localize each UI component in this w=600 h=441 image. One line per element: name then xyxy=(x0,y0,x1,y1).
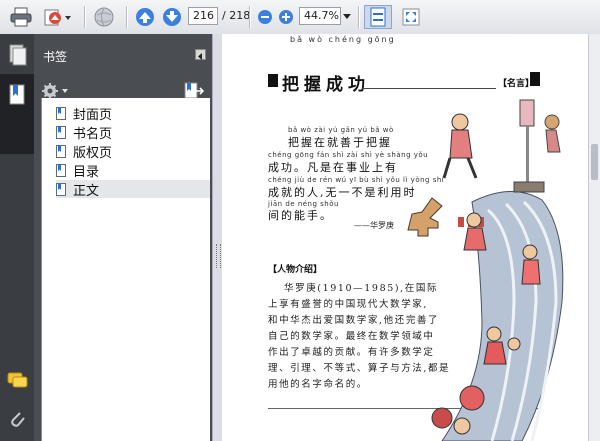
bookmark-label: 书名页 xyxy=(73,126,113,142)
document-page: bǎ wò chéng gōng 把握成功 【名言】 bǎ wò zài yú … xyxy=(262,34,582,441)
toolbar-separator xyxy=(249,6,251,28)
bookmark-label: 封面页 xyxy=(73,107,113,123)
zoom-out-button[interactable] xyxy=(255,5,275,29)
navigation-rail xyxy=(0,34,34,441)
quote-line: 把握在就善于把握 xyxy=(288,136,392,149)
bookmark-item[interactable]: 书名页 xyxy=(56,123,210,142)
bookmark-item[interactable]: 版权页 xyxy=(56,142,210,161)
print-button[interactable] xyxy=(8,5,34,29)
bookmarks-panel-button[interactable] xyxy=(7,84,27,106)
splitter-grip xyxy=(216,244,221,268)
expand-icon xyxy=(402,8,420,26)
scrollbar-thumb[interactable] xyxy=(591,144,598,180)
share-icon xyxy=(44,9,71,26)
toolbar-separator xyxy=(126,6,128,28)
bookmark-label: 版权页 xyxy=(73,145,113,161)
bio-line: 用他的名字命名的。 xyxy=(268,379,368,390)
page-number-input[interactable]: 216 xyxy=(188,7,218,25)
zoom-out-icon xyxy=(258,10,272,24)
share-menu-button[interactable] xyxy=(40,5,74,29)
quote-line: 成功。凡是在事业上有 xyxy=(268,161,398,174)
toolbar-separator xyxy=(358,6,360,28)
bookmark-page-icon xyxy=(9,84,25,105)
comment-icon xyxy=(7,372,28,388)
zoom-dropdown-button[interactable] xyxy=(341,5,353,29)
pages-panel-button[interactable] xyxy=(7,44,27,66)
paperclip-icon xyxy=(11,412,25,427)
title-pinyin: bǎ wò chéng gōng xyxy=(290,35,396,44)
bookmark-label: 正文 xyxy=(73,183,100,199)
bookmark-label: 目录 xyxy=(73,164,100,180)
zoom-level-input[interactable]: 44.7% xyxy=(299,7,341,25)
bookmark-icon xyxy=(56,144,66,158)
success-road-illustration xyxy=(407,99,564,441)
comments-panel-button[interactable] xyxy=(7,372,28,394)
globe-icon xyxy=(94,7,114,27)
quote-line: 成就的人,无一不是利用时 xyxy=(268,186,417,199)
quote-line: 间的能手。 xyxy=(268,209,333,222)
toolbar: 216 / 218 44.7% xyxy=(0,0,600,35)
collaborate-button[interactable] xyxy=(90,5,118,29)
bookmark-item-selected[interactable]: 正文 xyxy=(56,180,210,199)
next-page-button[interactable] xyxy=(160,5,184,29)
bookmark-item[interactable]: 目录 xyxy=(56,161,210,180)
arrow-down-icon xyxy=(163,8,181,26)
page-total-label: / 218 xyxy=(222,9,251,22)
attachments-panel-button[interactable] xyxy=(7,408,27,430)
collapse-panel-button[interactable] xyxy=(195,49,206,60)
previous-page-button[interactable] xyxy=(133,5,157,29)
vertical-scrollbar[interactable] xyxy=(588,34,600,441)
fit-page-icon xyxy=(370,7,386,27)
bio-heading: 【人物介绍】 xyxy=(268,265,323,275)
fit-page-button[interactable] xyxy=(364,5,392,29)
quote-attribution: ——华罗庚 xyxy=(354,221,394,230)
zoom-in-button[interactable] xyxy=(276,5,296,29)
title-block-left xyxy=(268,74,278,87)
bookmark-list: 封面页 书名页 版权页 目录 正文 xyxy=(41,98,210,441)
triangle-left-icon xyxy=(198,53,202,60)
zoom-in-icon xyxy=(279,10,293,24)
page-title: 把握成功 xyxy=(282,75,370,95)
bookmark-icon xyxy=(56,106,66,120)
bookmarks-panel-header: 书签 xyxy=(34,46,212,66)
bookmark-icon xyxy=(56,182,66,196)
arrow-up-icon xyxy=(136,8,154,26)
panel-title: 书签 xyxy=(43,50,68,64)
toolbar-separator xyxy=(84,6,86,28)
pages-icon xyxy=(9,44,27,66)
bookmark-item[interactable]: 封面页 xyxy=(56,104,210,123)
bookmark-icon xyxy=(56,125,66,139)
printer-icon xyxy=(10,7,32,27)
bookmark-icon xyxy=(56,163,66,177)
chevron-down-icon xyxy=(343,14,351,19)
quote-pinyin-line: bǎ wò zài yú gǎn yú bǎ wò xyxy=(288,126,394,134)
full-screen-button[interactable] xyxy=(398,5,424,29)
